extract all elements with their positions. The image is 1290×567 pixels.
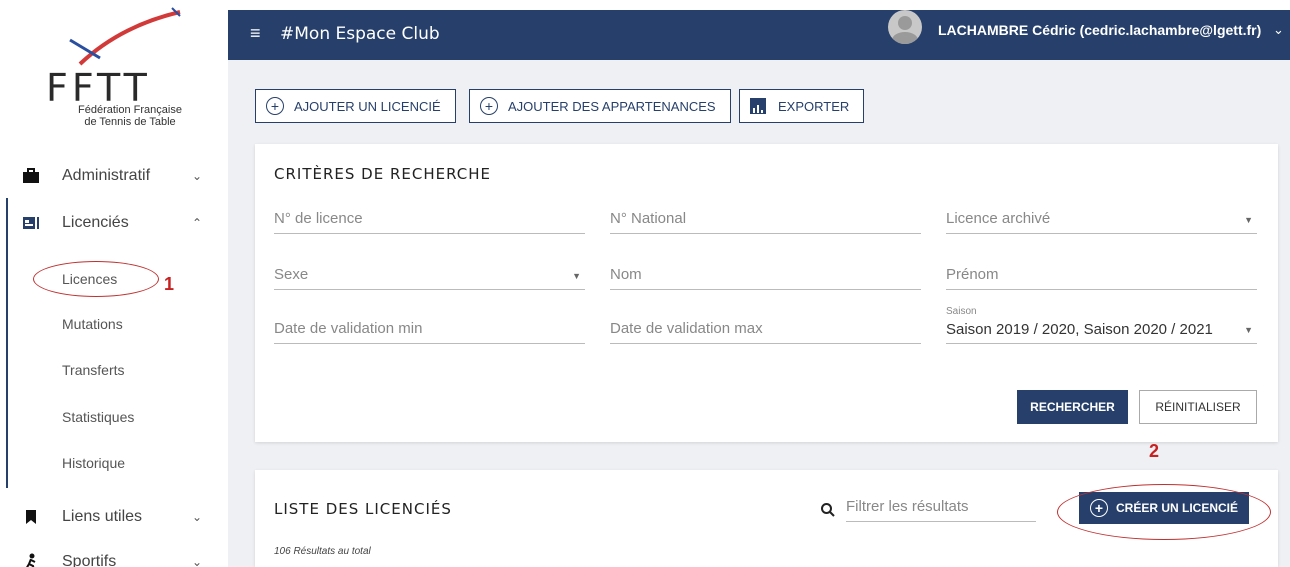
sidebar-item-administratif[interactable]: Administratif ⌄ [0,156,221,196]
list-title: LISTE DES LICENCIÉS [274,500,452,518]
sidebar-subitem-transferts[interactable]: Transferts [62,362,125,378]
licence-archived-placeholder: Licence archivé [946,210,1051,227]
date-min-placeholder: Date de validation min [274,320,423,337]
sidebar-subitem-historique[interactable]: Historique [62,455,125,471]
avatar[interactable] [888,10,922,44]
sidebar-item-licencies[interactable]: Licenciés ⌃ [0,203,221,243]
saison-select[interactable]: Saison Saison 2019 / 2020, Saison 2020 /… [946,306,1257,344]
add-appartenances-label: AJOUTER DES APPARTENANCES [508,98,716,114]
sidebar-item-label: Licenciés [62,214,129,231]
dropdown-arrow-icon: ▼ [1244,215,1253,225]
licence-number-placeholder: N° de licence [274,210,363,227]
top-bar: ≡ #Mon Espace Club LACHAMBRE Cédric (ced… [228,10,1290,60]
app-title: #Mon Espace Club [280,24,440,44]
nom-field[interactable]: Nom [610,254,921,290]
sexe-select[interactable]: Sexe ▼ [274,254,585,290]
filter-placeholder: Filtrer les résultats [846,498,969,515]
id-card-icon [22,214,40,232]
menu-icon[interactable]: ≡ [250,23,261,44]
fftt-logo: FFTT Fédération Française de Tennis de T… [40,6,200,136]
sidebar-item-label: Liens utiles [62,508,143,525]
avatar-head [898,16,912,30]
national-number-placeholder: N° National [610,210,687,227]
search-criteria-card: CRITÈRES DE RECHERCHE N° de licence N° N… [255,144,1278,442]
logo-line-1: Fédération Française [78,104,182,116]
add-licencie-button[interactable]: + AJOUTER UN LICENCIÉ [255,89,456,123]
plus-circle-icon: + [480,97,498,115]
export-label: EXPORTER [778,98,850,114]
add-licencie-label: AJOUTER UN LICENCIÉ [294,98,441,114]
dropdown-arrow-icon: ▼ [572,271,581,281]
logo-line-2: de Tennis de Table [84,116,176,128]
saison-value: Saison 2019 / 2020, Saison 2020 / 2021 [946,321,1213,338]
chevron-down-icon: ⌄ [192,510,203,524]
annotation-oval-create [1057,484,1271,540]
date-max-field[interactable]: Date de validation max [610,308,921,344]
sidebar-item-liens-utiles[interactable]: Liens utiles ⌄ [0,497,221,537]
logo-caption: Fédération Française de Tennis de Table [40,104,220,128]
search-icon [821,503,835,517]
chevron-down-icon: ⌄ [192,169,203,183]
prenom-field[interactable]: Prénom [946,254,1257,290]
national-number-field[interactable]: N° National [610,198,921,234]
sidebar-subitem-mutations[interactable]: Mutations [62,316,123,332]
runner-icon [22,553,40,567]
annotation-oval-licences [33,261,159,297]
briefcase-icon [22,167,40,185]
bookmark-icon [22,508,40,526]
chevron-down-icon[interactable]: ⌄ [1273,22,1284,38]
dropdown-arrow-icon: ▼ [1244,325,1253,335]
sidebar-item-label: Administratif [62,167,151,184]
add-appartenances-button[interactable]: + AJOUTER DES APPARTENANCES [469,89,731,123]
criteria-title: CRITÈRES DE RECHERCHE [274,165,491,183]
date-min-field[interactable]: Date de validation min [274,308,585,344]
filter-results-input[interactable]: Filtrer les résultats [846,488,1036,522]
export-button[interactable]: EXPORTER [739,89,865,123]
search-button[interactable]: RECHERCHER [1017,390,1128,424]
avatar-body [892,32,918,44]
plus-circle-icon: + [266,97,284,115]
sexe-placeholder: Sexe [274,266,309,283]
user-menu[interactable]: LACHAMBRE Cédric (cedric.lachambre@lgett… [938,22,1261,38]
saison-label: Saison [946,306,977,317]
date-max-placeholder: Date de validation max [610,320,763,337]
licence-archived-select[interactable]: Licence archivé ▼ [946,198,1257,234]
chevron-up-icon: ⌃ [192,216,203,230]
annotation-number-1: 1 [164,274,175,294]
sidebar-item-label: Sportifs [62,553,117,567]
results-count: 106 Résultats au total [274,546,371,557]
nom-placeholder: Nom [610,266,642,283]
sidebar-item-sportifs[interactable]: Sportifs ⌄ [0,542,221,567]
prenom-placeholder: Prénom [946,266,999,283]
licence-number-field[interactable]: N° de licence [274,198,585,234]
bar-chart-icon [750,98,766,114]
sidebar: FFTT Fédération Française de Tennis de T… [0,0,221,567]
sidebar-subitem-statistiques[interactable]: Statistiques [62,409,134,425]
reset-button[interactable]: RÉINITIALISER [1139,390,1257,424]
annotation-number-2: 2 [1149,441,1160,461]
chevron-down-icon: ⌄ [192,555,203,567]
